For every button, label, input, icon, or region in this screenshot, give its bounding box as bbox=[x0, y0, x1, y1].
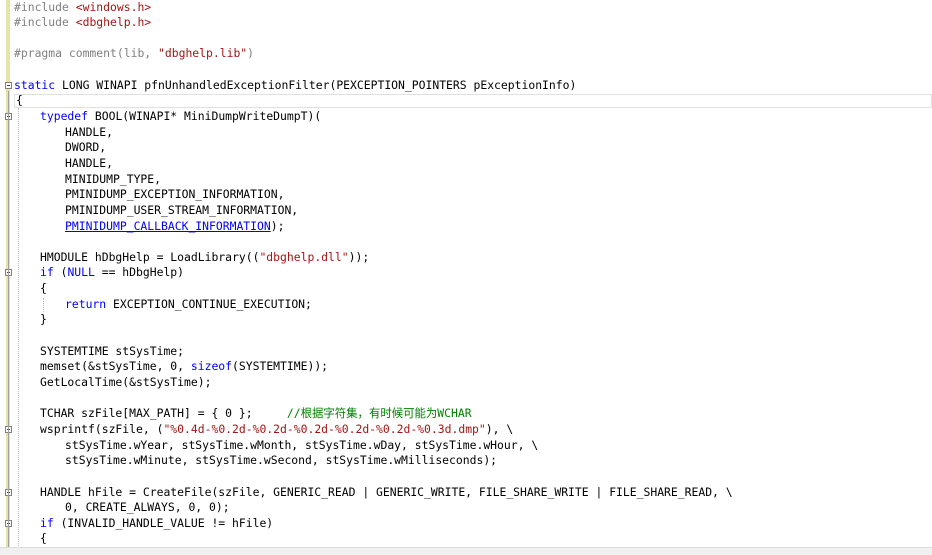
indent-guide-block bbox=[43, 298, 44, 312]
code-line: return EXCEPTION_CONTINUE_EXECUTION; bbox=[65, 297, 312, 311]
code-line: { bbox=[40, 281, 47, 295]
code-line: PMINIDUMP_CALLBACK_INFORMATION); bbox=[65, 219, 285, 233]
code-line: #include <dbghelp.h> bbox=[14, 15, 152, 29]
symbol-link[interactable]: PMINIDUMP_CALLBACK_INFORMATION bbox=[65, 219, 271, 233]
code-line: PMINIDUMP_EXCEPTION_INFORMATION, bbox=[65, 187, 285, 201]
code-line: stSysTime.wMinute, stSysTime.wSecond, st… bbox=[65, 453, 498, 467]
code-line: typedef BOOL(WINAPI* MiniDumpWriteDumpT)… bbox=[40, 109, 322, 123]
code-line: } bbox=[40, 312, 47, 326]
code-line: static LONG WINAPI pfnUnhandledException… bbox=[14, 78, 577, 92]
code-line: HMODULE hDbgHelp = LoadLibrary(("dbghelp… bbox=[40, 250, 370, 264]
fold-toggle-function-icon[interactable] bbox=[5, 82, 12, 89]
code-line: { bbox=[16, 93, 23, 107]
code-line: stSysTime.wYear, stSysTime.wMonth, stSys… bbox=[65, 438, 539, 452]
fold-guide-line bbox=[8, 91, 9, 547]
code-line: PMINIDUMP_USER_STREAM_INFORMATION, bbox=[65, 203, 299, 217]
code-editor[interactable]: #include <windows.h> #include <dbghelp.h… bbox=[0, 0, 932, 555]
code-line: TCHAR szFile[MAX_PATH] = { 0 }; //根据字符集，… bbox=[40, 406, 472, 420]
code-line: memset(&stSysTime, 0, sizeof(SYSTEMTIME)… bbox=[40, 359, 329, 373]
code-line: HANDLE hFile = CreateFile(szFile, GENERI… bbox=[40, 485, 733, 499]
code-line: SYSTEMTIME stSysTime; bbox=[40, 344, 185, 358]
code-line: wsprintf(szFile, ("%0.4d-%0.2d-%0.2d-%0.… bbox=[40, 422, 514, 436]
code-line: { bbox=[40, 531, 47, 545]
code-line: 0, CREATE_ALWAYS, 0, 0); bbox=[65, 500, 230, 514]
code-line: if (NULL == hDbgHelp) bbox=[40, 265, 185, 279]
code-line: #pragma comment(lib, "dbghelp.lib") bbox=[14, 46, 255, 60]
code-line: GetLocalTime(&stSysTime); bbox=[40, 375, 212, 389]
code-line: HANDLE, bbox=[65, 125, 114, 139]
indent-guide bbox=[18, 108, 19, 548]
code-line: if (INVALID_HANDLE_VALUE != hFile) bbox=[40, 516, 274, 530]
code-line: HANDLE, bbox=[65, 156, 114, 170]
code-line: DWORD, bbox=[65, 140, 107, 154]
current-line-highlight bbox=[14, 94, 932, 108]
code-line: #include <windows.h> bbox=[14, 0, 152, 14]
code-line: MINIDUMP_TYPE, bbox=[65, 172, 162, 186]
